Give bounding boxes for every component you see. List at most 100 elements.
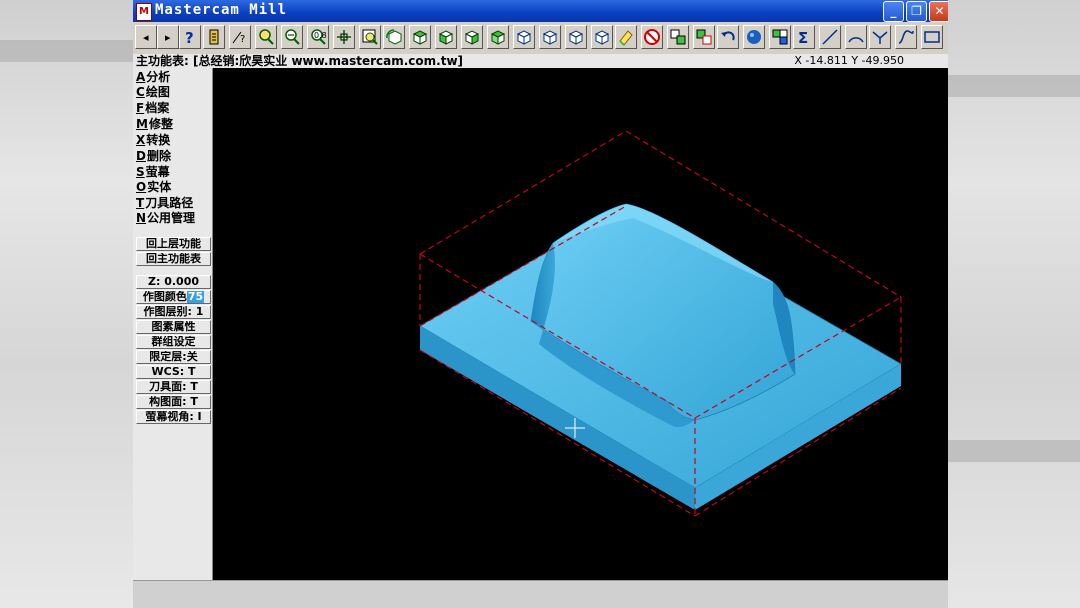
main-menu-button[interactable]: 回主功能表 bbox=[136, 252, 211, 266]
sigma-icon: Σ bbox=[798, 29, 808, 46]
zoom-select-button[interactable] bbox=[359, 25, 381, 49]
pan-button[interactable] bbox=[333, 25, 355, 49]
transform-a-button[interactable] bbox=[667, 25, 689, 49]
back-button[interactable]: ◂ bbox=[135, 25, 157, 49]
minimize-icon: _ bbox=[890, 4, 897, 18]
blank-icon bbox=[644, 29, 660, 45]
menu-item-toolpaths[interactable]: T刀具路径 bbox=[136, 196, 193, 211]
spline-icon bbox=[898, 30, 914, 44]
line-icon bbox=[822, 29, 838, 45]
eraser-button[interactable] bbox=[615, 25, 637, 49]
iso-view-button[interactable] bbox=[487, 25, 509, 49]
main-menu-sidebar: A分析 C绘图 F档案 M修整 X转换 D删除 S萤幕 O实体 T刀具路径 N公… bbox=[133, 68, 213, 580]
menu-item-modify[interactable]: M修整 bbox=[136, 117, 173, 132]
zoom-select-icon bbox=[362, 29, 378, 45]
side-view-button[interactable] bbox=[461, 25, 483, 49]
help-button[interactable]: ? bbox=[179, 25, 201, 49]
window-title: Mastercam Mill bbox=[155, 2, 288, 18]
sigma-button[interactable]: Σ bbox=[793, 25, 815, 49]
arc-button[interactable] bbox=[845, 25, 867, 49]
gview-button[interactable]: 萤幕视角: I bbox=[136, 410, 211, 424]
bottom-bar bbox=[133, 580, 948, 608]
layers-button[interactable] bbox=[769, 25, 791, 49]
svg-text:◂: ◂ bbox=[143, 31, 149, 44]
menu-item-file[interactable]: F档案 bbox=[136, 101, 169, 116]
cursor-coordinates: X -14.811 Y -49.950 bbox=[794, 54, 904, 67]
help-icon: ? bbox=[185, 29, 194, 46]
menu-item-screen[interactable]: S萤幕 bbox=[136, 165, 170, 180]
undo-icon bbox=[721, 31, 735, 41]
top-view-button[interactable] bbox=[409, 25, 431, 49]
zoom-in-button[interactable]: 0.8 bbox=[307, 25, 329, 49]
menu-title: 主功能表: [总经销:欣昊实业 www.mastercam.com.tw] bbox=[136, 54, 464, 68]
chamfer-button[interactable] bbox=[869, 25, 891, 49]
mastercam-window: M Mastercam Mill _ ❐ ✕ ◂ ▸ ? ? 0.8 Σ 主功能… bbox=[133, 0, 948, 608]
toolbar: ◂ ▸ ? ? 0.8 Σ bbox=[133, 22, 948, 55]
menu-item-nc-utils[interactable]: N公用管理 bbox=[136, 211, 195, 226]
zoom-window-button[interactable] bbox=[255, 25, 277, 49]
analyze-icon: ? bbox=[232, 31, 245, 45]
zoom-out-button[interactable] bbox=[281, 25, 303, 49]
forward-arrow-icon: ▸ bbox=[165, 31, 171, 44]
color-value: 75 bbox=[186, 290, 205, 303]
menu-item-analyze[interactable]: A分析 bbox=[136, 70, 170, 85]
close-button[interactable]: ✕ bbox=[929, 1, 948, 22]
cube-side-icon bbox=[464, 30, 480, 45]
memory-button[interactable] bbox=[203, 25, 225, 49]
undo-button[interactable] bbox=[717, 25, 739, 49]
wcs-button[interactable]: WCS: T bbox=[136, 365, 211, 379]
prompt-bar: 主功能表: [总经销:欣昊实业 www.mastercam.com.tw] X … bbox=[133, 54, 948, 68]
svg-text:?: ? bbox=[240, 34, 245, 45]
attributes-button[interactable]: 图素属性 bbox=[136, 320, 211, 334]
graphics-viewport[interactable] bbox=[213, 68, 948, 580]
title-bar[interactable]: M Mastercam Mill _ ❐ ✕ bbox=[133, 0, 948, 22]
app-icon[interactable]: M bbox=[136, 3, 152, 21]
menu-item-delete[interactable]: D删除 bbox=[136, 149, 171, 164]
tool-plane-button[interactable]: 刀具面: T bbox=[136, 380, 211, 394]
restore-icon: ❐ bbox=[911, 4, 922, 18]
spline-button[interactable] bbox=[895, 25, 917, 49]
background-band bbox=[948, 440, 1080, 462]
back-menu-button[interactable]: 回上层功能 bbox=[136, 237, 211, 251]
z-depth-button[interactable]: Z: 0.000 bbox=[136, 275, 211, 289]
analyze-button[interactable]: ? bbox=[229, 25, 251, 49]
view-a-button[interactable] bbox=[513, 25, 535, 49]
rectangle-icon bbox=[924, 31, 940, 43]
front-view-button[interactable] bbox=[435, 25, 457, 49]
view-d-button[interactable] bbox=[591, 25, 613, 49]
mask-button[interactable]: 限定层:关 bbox=[136, 350, 211, 364]
view-c-button[interactable] bbox=[565, 25, 587, 49]
menu-item-create[interactable]: C绘图 bbox=[136, 85, 170, 100]
maximize-button[interactable]: ❐ bbox=[906, 1, 927, 22]
rotate-cube-icon bbox=[386, 29, 402, 45]
level-button[interactable]: 作图层别: 1 bbox=[136, 305, 211, 319]
close-icon: ✕ bbox=[934, 4, 945, 18]
svg-text:?: ? bbox=[185, 29, 194, 46]
cplane-button[interactable]: 构图面: T bbox=[136, 395, 211, 409]
cube-view-b-icon bbox=[542, 30, 558, 45]
cube-iso-icon bbox=[490, 30, 506, 45]
model-canvas[interactable] bbox=[213, 68, 948, 580]
menu-item-xform[interactable]: X转换 bbox=[136, 133, 170, 148]
svg-text:Σ: Σ bbox=[798, 29, 808, 46]
memory-icon bbox=[209, 29, 219, 45]
menu-item-solids[interactable]: O实体 bbox=[136, 180, 171, 195]
background-band bbox=[0, 40, 133, 62]
line-button[interactable] bbox=[819, 25, 841, 49]
minimize-button[interactable]: _ bbox=[883, 1, 904, 22]
background-left bbox=[0, 0, 133, 608]
shade-button[interactable] bbox=[743, 25, 765, 49]
rotate-view-button[interactable] bbox=[383, 25, 405, 49]
part-model[interactable] bbox=[419, 203, 902, 510]
groups-button[interactable]: 群组设定 bbox=[136, 335, 211, 349]
cube-view-a-icon bbox=[516, 30, 532, 45]
view-b-button[interactable] bbox=[539, 25, 561, 49]
zoom-out-icon bbox=[285, 29, 300, 45]
transform-a-icon bbox=[670, 29, 686, 45]
color-button[interactable]: 作图颜色75 bbox=[136, 290, 211, 304]
transform-b-button[interactable] bbox=[693, 25, 715, 49]
transform-b-icon bbox=[696, 29, 712, 45]
rectangle-button[interactable] bbox=[921, 25, 943, 49]
blank-button[interactable] bbox=[641, 25, 663, 49]
forward-button[interactable]: ▸ bbox=[157, 25, 179, 49]
